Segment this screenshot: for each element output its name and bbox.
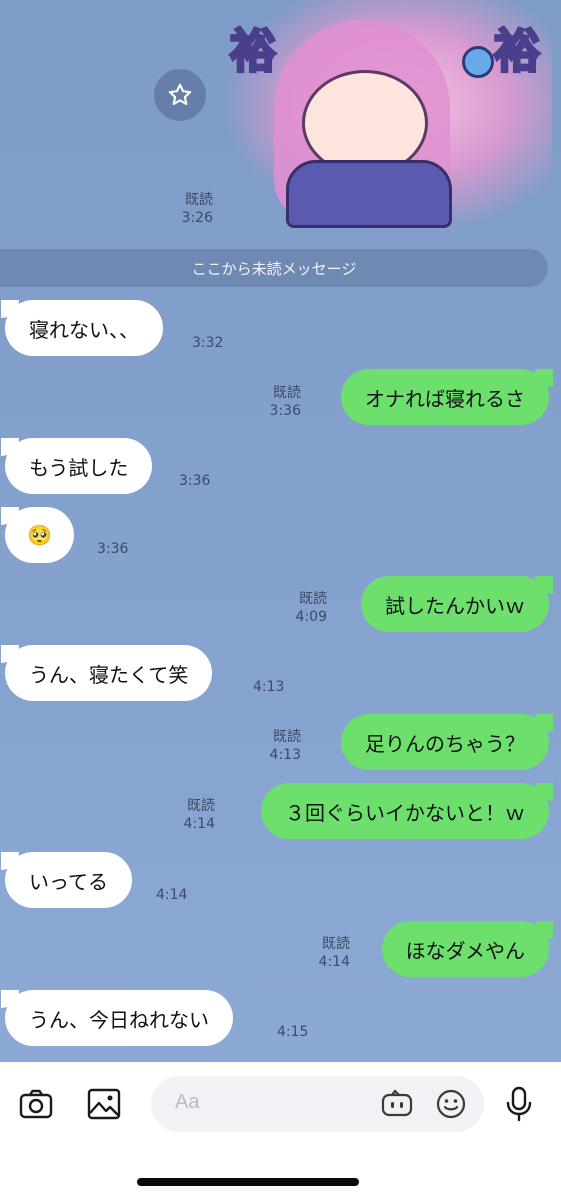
emoji-icon (436, 1089, 466, 1119)
message-bubble-outgoing[interactable]: 足りんのちゃう？ (341, 714, 553, 770)
read-receipt: 既読 (322, 936, 350, 952)
message-meta: 既読 4:09 (296, 590, 327, 626)
sticker-hair-ornament (462, 46, 494, 78)
message-meta: 既読 3:36 (270, 384, 301, 420)
message-text: 試したんかいｗ (385, 593, 525, 618)
message-composer-bar: Aa (0, 1062, 561, 1199)
message-text: もう試した (29, 455, 129, 480)
read-receipt: 既読 (187, 798, 215, 814)
camera-icon (19, 1089, 53, 1119)
sticker-image[interactable]: 裕 裕 (226, 0, 552, 232)
message-bubble-outgoing[interactable]: 試したんかいｗ (361, 576, 553, 632)
message-bubble-incoming[interactable]: 寝れない、、 (1, 300, 163, 356)
message-text: オナれば寝れるさ (365, 386, 525, 411)
camera-button[interactable] (16, 1084, 56, 1124)
message-time: 3:32 (192, 335, 224, 351)
message-emoji: 🥺 (27, 523, 52, 547)
unread-divider: ここから未読メッセージ (0, 249, 548, 287)
home-indicator (137, 1178, 359, 1186)
message-time: 4:14 (318, 954, 350, 970)
message-text: ほなダメやん (405, 938, 525, 963)
message-time: 4:15 (277, 1024, 309, 1040)
message-bubble-incoming[interactable]: うん、今日ねれない (1, 990, 233, 1046)
message-time: 3:36 (97, 541, 129, 557)
read-receipt: 既読 (273, 385, 301, 401)
message-bubble-outgoing[interactable]: ３回ぐらいイかないと！ｗ (261, 783, 553, 839)
message-time: 4:13 (253, 679, 285, 695)
message-time: 3:26 (181, 210, 213, 226)
message-meta: 既読 4:13 (270, 728, 301, 764)
message-bubble-incoming[interactable]: いってる (1, 852, 132, 908)
sticker-icon (381, 1089, 413, 1117)
message-bubble-outgoing[interactable]: ほなダメやん (381, 921, 554, 977)
message-meta: 既読 4:14 (319, 935, 350, 971)
sticker-text-right: 裕 (493, 24, 542, 78)
message-text: うん、寝たくて笑 (29, 662, 189, 687)
chat-area[interactable]: 裕 裕 既読 3:26 ここから未読メッセージ 寝れない、、 3:32 オナれば… (0, 0, 561, 1062)
message-bubble-incoming[interactable]: うん、寝たくて笑 (0, 645, 213, 701)
read-receipt: 既読 (185, 192, 213, 208)
star-icon (168, 83, 192, 106)
message-meta: 既読 4:14 (184, 797, 215, 833)
emoji-button[interactable] (434, 1087, 468, 1121)
message-text: ３回ぐらいイかないと！ｗ (285, 800, 525, 825)
message-bubble-incoming[interactable]: もう試した (0, 438, 153, 494)
message-time: 4:13 (269, 747, 301, 763)
read-receipt: 既読 (299, 591, 327, 607)
message-text: 足りんのちゃう？ (365, 731, 525, 756)
sticker-button[interactable] (379, 1088, 415, 1120)
image-icon (87, 1088, 121, 1120)
voice-button[interactable] (500, 1084, 538, 1124)
message-input-placeholder: Aa (175, 1091, 200, 1113)
microphone-icon (506, 1086, 532, 1122)
message-bubble-incoming[interactable]: 🥺 (1, 507, 74, 563)
message-time: 3:36 (269, 403, 301, 419)
message-text: 寝れない、、 (29, 317, 139, 342)
message-input[interactable]: Aa (151, 1076, 484, 1132)
read-receipt: 既読 (273, 729, 301, 745)
message-time: 3:36 (179, 473, 211, 489)
message-time: 4:09 (295, 609, 327, 625)
sticker-text-left: 裕 (229, 24, 278, 78)
message-bubble-outgoing[interactable]: オナれば寝れるさ (341, 369, 553, 425)
message-text: いってる (29, 869, 108, 894)
favorite-sticker-button[interactable] (154, 69, 206, 121)
message-time: 4:14 (156, 887, 188, 903)
sticker-meta: 既読 3:26 (182, 191, 213, 227)
message-text: うん、今日ねれない (29, 1007, 209, 1032)
sticker-dress (286, 160, 452, 228)
image-button[interactable] (84, 1084, 124, 1124)
message-time: 4:14 (183, 816, 215, 832)
